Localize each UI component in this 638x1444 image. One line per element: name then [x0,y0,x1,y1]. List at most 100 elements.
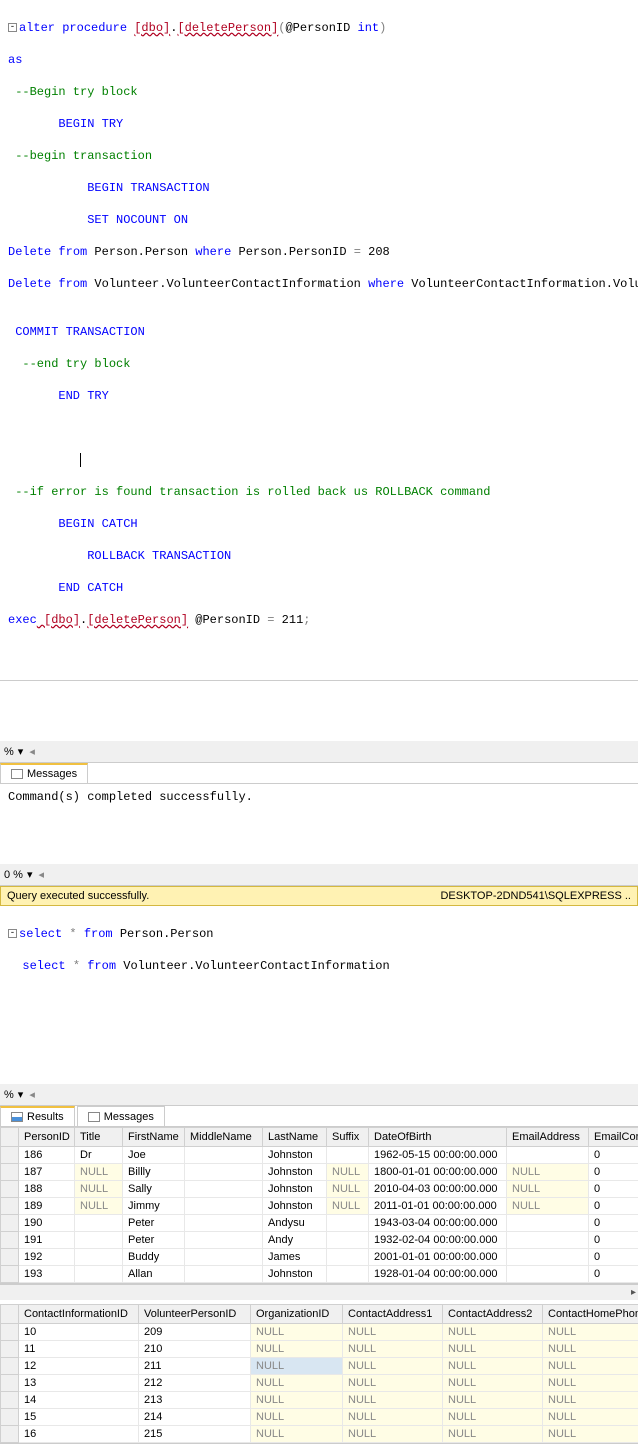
cell-contactinformationid[interactable]: 12 [19,1358,139,1375]
row-selector[interactable] [1,1358,19,1375]
cell-emailaddress[interactable]: NULL [507,1198,589,1215]
cell-middlename[interactable] [185,1215,263,1232]
cell-emailcor[interactable]: 0 [589,1181,638,1198]
cell-organizationid[interactable]: NULL [251,1426,343,1443]
cell-suffix[interactable] [327,1215,369,1232]
cell-personid[interactable]: 189 [19,1198,75,1215]
table-row[interactable]: 12211NULLNULLNULLNULL [1,1358,638,1375]
cell-emailcor[interactable]: 0 [589,1147,638,1164]
cell-suffix[interactable] [327,1249,369,1266]
cell-contacthomephone[interactable]: NULL [543,1358,638,1375]
cell-contactinformationid[interactable]: 14 [19,1392,139,1409]
col-contactinfoid[interactable]: ContactInformationID [19,1305,139,1324]
row-selector[interactable] [1,1147,19,1164]
cell-middlename[interactable] [185,1181,263,1198]
cell-suffix[interactable]: NULL [327,1164,369,1181]
cell-contactaddress1[interactable]: NULL [343,1358,443,1375]
row-selector[interactable] [1,1181,19,1198]
cell-contacthomephone[interactable]: NULL [543,1409,638,1426]
cell-emailcor[interactable]: 0 [589,1249,638,1266]
cell-lastname[interactable]: Johnston [263,1181,327,1198]
tab-messages[interactable]: Messages [0,763,88,783]
col-dob[interactable]: DateOfBirth [369,1128,507,1147]
cell-contactaddress2[interactable]: NULL [443,1392,543,1409]
row-selector[interactable] [1,1324,19,1341]
cell-firstname[interactable]: Buddy [123,1249,185,1266]
cell-suffix[interactable]: NULL [327,1181,369,1198]
row-selector[interactable] [1,1409,19,1426]
col-addr2[interactable]: ContactAddress2 [443,1305,543,1324]
col-lastname[interactable]: LastName [263,1128,327,1147]
table-row[interactable]: 16215NULLNULLNULLNULL [1,1426,638,1443]
cell-organizationid[interactable]: NULL [251,1392,343,1409]
col-volunteerpersonid[interactable]: VolunteerPersonID [139,1305,251,1324]
cell-firstname[interactable]: Allan [123,1266,185,1283]
cell-lastname[interactable]: Andysu [263,1215,327,1232]
table-row[interactable]: 186DrJoeJohnston1962-05-15 00:00:00.0000 [1,1147,638,1164]
cell-personid[interactable]: 193 [19,1266,75,1283]
cell-organizationid[interactable]: NULL [251,1409,343,1426]
cell-contactinformationid[interactable]: 10 [19,1324,139,1341]
cell-contactaddress2[interactable]: NULL [443,1375,543,1392]
cell-emailaddress[interactable] [507,1266,589,1283]
row-selector[interactable] [1,1266,19,1283]
cell-lastname[interactable]: Johnston [263,1266,327,1283]
cell-volunteerpersonid[interactable]: 214 [139,1409,251,1426]
cell-title[interactable]: NULL [75,1181,123,1198]
col-firstname[interactable]: FirstName [123,1128,185,1147]
cell-suffix[interactable] [327,1266,369,1283]
col-homephone[interactable]: ContactHomePhone [543,1305,638,1324]
cell-contacthomephone[interactable]: NULL [543,1341,638,1358]
cell-personid[interactable]: 191 [19,1232,75,1249]
cell-contactaddress2[interactable]: NULL [443,1409,543,1426]
cell-organizationid[interactable]: NULL [251,1324,343,1341]
row-selector[interactable] [1,1215,19,1232]
results-grid-1[interactable]: PersonID Title FirstName MiddleName Last… [0,1127,638,1284]
row-selector[interactable] [1,1232,19,1249]
table-row[interactable]: 14213NULLNULLNULLNULL [1,1392,638,1409]
row-selector[interactable] [1,1341,19,1358]
tab-results[interactable]: Results [0,1106,75,1126]
cell-contactinformationid[interactable]: 16 [19,1426,139,1443]
table-row[interactable]: 15214NULLNULLNULLNULL [1,1409,638,1426]
cell-lastname[interactable]: Johnston [263,1147,327,1164]
cell-middlename[interactable] [185,1249,263,1266]
col-addr1[interactable]: ContactAddress1 [343,1305,443,1324]
cell-firstname[interactable]: Peter [123,1232,185,1249]
cell-emailcor[interactable]: 0 [589,1232,638,1249]
cell-contacthomephone[interactable]: NULL [543,1392,638,1409]
cell-contacthomephone[interactable]: NULL [543,1375,638,1392]
cell-title[interactable] [75,1266,123,1283]
table-row[interactable]: 190PeterAndysu1943-03-04 00:00:00.0000 [1,1215,638,1232]
chevron-down-icon[interactable]: ▾ [18,1088,24,1101]
cell-middlename[interactable] [185,1266,263,1283]
row-selector[interactable] [1,1164,19,1181]
sql-editor-1[interactable]: -alter procedure [dbo].[deletePerson](@P… [0,0,638,681]
cell-firstname[interactable]: Peter [123,1215,185,1232]
cell-contactaddress2[interactable]: NULL [443,1426,543,1443]
cell-contactaddress2[interactable]: NULL [443,1358,543,1375]
cell-organizationid[interactable]: NULL [251,1358,343,1375]
cell-lastname[interactable]: James [263,1249,327,1266]
row-selector-header[interactable] [1,1128,19,1147]
chevron-left-icon[interactable]: ◂ [29,745,35,758]
cell-emailcor[interactable]: 0 [589,1266,638,1283]
cell-contacthomephone[interactable]: NULL [543,1324,638,1341]
cell-emailaddress[interactable]: NULL [507,1181,589,1198]
cell-middlename[interactable] [185,1147,263,1164]
cell-personid[interactable]: 187 [19,1164,75,1181]
cell-emailaddress[interactable] [507,1232,589,1249]
cell-contactinformationid[interactable]: 13 [19,1375,139,1392]
cell-dateofbirth[interactable]: 1928-01-04 00:00:00.000 [369,1266,507,1283]
table-row[interactable]: 187NULLBilllyJohnstonNULL1800-01-01 00:0… [1,1164,638,1181]
cell-contactaddress1[interactable]: NULL [343,1341,443,1358]
zoom-value-3[interactable]: % [4,1089,14,1101]
cell-volunteerpersonid[interactable]: 213 [139,1392,251,1409]
cell-organizationid[interactable]: NULL [251,1375,343,1392]
cell-lastname[interactable]: Johnston [263,1198,327,1215]
cell-dateofbirth[interactable]: 1932-02-04 00:00:00.000 [369,1232,507,1249]
cell-title[interactable]: Dr [75,1147,123,1164]
cell-emailcor[interactable]: 0 [589,1215,638,1232]
cell-emailaddress[interactable] [507,1215,589,1232]
horizontal-scrollbar[interactable]: ▸ [0,1284,638,1300]
